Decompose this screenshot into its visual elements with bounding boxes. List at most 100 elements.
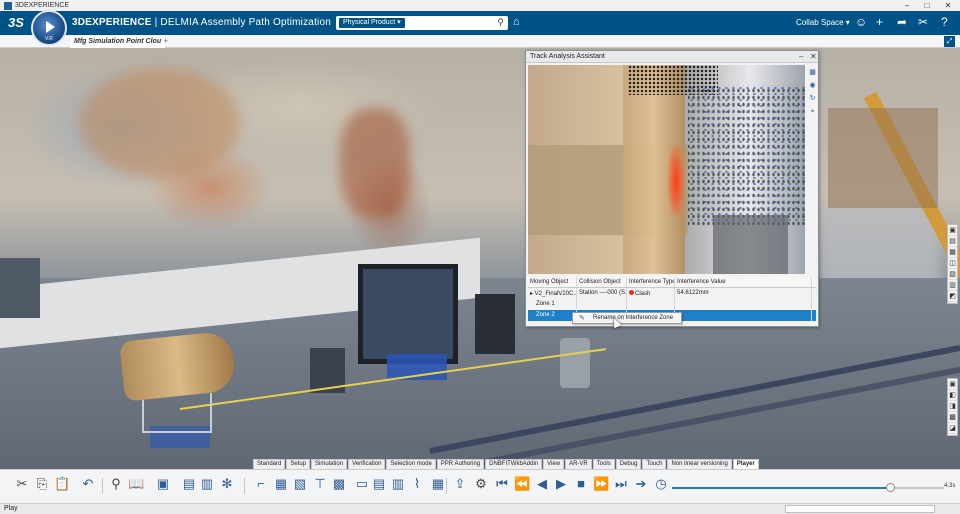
- tab-standard[interactable]: Standard: [253, 459, 286, 469]
- separator: [446, 478, 447, 494]
- column-header[interactable]: Collision Object: [577, 277, 627, 287]
- tab-selection-mode[interactable]: Selection mode: [386, 459, 436, 469]
- dialog-minimize-button[interactable]: –: [799, 52, 803, 61]
- resource-icon[interactable]: ▥: [199, 476, 215, 492]
- step-back-icon[interactable]: ⏪: [514, 476, 530, 492]
- zoom-icon[interactable]: ⚲: [108, 476, 124, 492]
- loop-icon[interactable]: ➔: [633, 476, 649, 492]
- table-row[interactable]: ▸ V2_FinalV20C... Station ----000 (S... …: [528, 288, 816, 299]
- table-row[interactable]: Zone 1: [528, 299, 816, 310]
- window-title-bar: 3DEXPERIENCE – □ ✕: [0, 0, 960, 11]
- tab-ar-vr[interactable]: AR-VR: [565, 459, 592, 469]
- zone-cell: Zone 1: [528, 299, 577, 310]
- view-icon[interactable]: ◪: [948, 423, 957, 434]
- tab-view[interactable]: View: [543, 459, 565, 469]
- view-icon[interactable]: ◨: [948, 401, 957, 412]
- new-tab-button[interactable]: +: [163, 36, 168, 46]
- grid-icon[interactable]: ▦: [807, 67, 818, 78]
- status-bar: Play: [0, 503, 960, 514]
- product-icon[interactable]: ▧: [292, 476, 308, 492]
- view-icon[interactable]: ◫: [948, 258, 957, 269]
- close-window-button[interactable]: ✕: [938, 0, 958, 11]
- tab-ppr-authoring[interactable]: PPR Authoring: [436, 459, 485, 469]
- view-icon[interactable]: ▧: [948, 269, 957, 280]
- jump-end-icon[interactable]: ⏭: [613, 476, 629, 492]
- tab-player[interactable]: Player: [732, 459, 759, 469]
- rotate-icon[interactable]: ↻: [807, 93, 818, 104]
- add-icon[interactable]: +: [876, 15, 883, 29]
- minimize-button[interactable]: –: [897, 0, 917, 11]
- view-icon[interactable]: ▣: [948, 379, 957, 390]
- timeline-slider-handle[interactable]: [886, 483, 895, 492]
- timeline-remaining[interactable]: [890, 487, 944, 489]
- timeline-progress[interactable]: [672, 487, 890, 489]
- column-header[interactable]: Moving Object: [528, 277, 577, 287]
- track-icon[interactable]: ⌐: [253, 476, 269, 492]
- copy-icon[interactable]: ⎘: [34, 476, 50, 492]
- view-icon[interactable]: ▥: [948, 280, 957, 291]
- tab-non-linear-versioning[interactable]: Non linear versioning: [667, 459, 732, 469]
- product-icon[interactable]: ▦: [273, 476, 289, 492]
- view-icon[interactable]: ▣: [948, 225, 957, 236]
- tab-tools[interactable]: Tools: [592, 459, 615, 469]
- zone-cell: Zone 2: [528, 310, 577, 321]
- column-header[interactable]: Interference Type: [627, 277, 675, 287]
- undo-icon[interactable]: ↶: [80, 476, 96, 492]
- moving-object-cell: ▸ V2_FinalV20C...: [528, 288, 577, 299]
- camera-icon[interactable]: ⌖: [807, 106, 818, 117]
- tab-mfg-simulation[interactable]: Mfg Simulation Point Clou: [70, 36, 166, 48]
- chart-icon[interactable]: ▦: [430, 476, 446, 492]
- speed-icon[interactable]: ◷: [653, 476, 669, 492]
- collab-space-dropdown[interactable]: Collab Space ▾: [796, 18, 850, 27]
- graph-icon[interactable]: ⌇: [409, 476, 425, 492]
- view-icon[interactable]: ◧: [948, 390, 957, 401]
- tab-dnbfitwkbaddin[interactable]: DNBFITWkbAddin: [485, 459, 543, 469]
- station-icon[interactable]: ▤: [181, 476, 197, 492]
- play-forward-icon[interactable]: ▶: [553, 476, 569, 492]
- jump-start-icon[interactable]: ⏮: [494, 476, 510, 492]
- export-icon[interactable]: ⇪: [452, 476, 468, 492]
- step-forward-icon[interactable]: ⏩: [593, 476, 609, 492]
- share-icon[interactable]: ➦: [897, 15, 907, 29]
- eye-icon[interactable]: ◉: [807, 80, 818, 91]
- tab-setup[interactable]: Setup: [286, 459, 311, 469]
- product-icon[interactable]: ▩: [331, 476, 347, 492]
- report-icon[interactable]: ▤: [371, 476, 387, 492]
- dialog-close-button[interactable]: ✕: [810, 52, 817, 61]
- status-input[interactable]: [785, 505, 935, 513]
- help-icon[interactable]: ?: [941, 15, 948, 29]
- stop-icon[interactable]: ■: [573, 476, 589, 492]
- tab-simulation[interactable]: Simulation: [311, 459, 348, 469]
- tag-icon[interactable]: ⌂: [513, 16, 520, 28]
- maximize-button[interactable]: □: [917, 0, 937, 11]
- tools-icon[interactable]: ✂: [918, 15, 928, 29]
- context-menu-item-rename[interactable]: ✎ Rename on Interference Zone: [572, 312, 682, 324]
- gear-icon[interactable]: ⚙: [473, 476, 489, 492]
- cut-icon[interactable]: ✂: [14, 476, 30, 492]
- tab-debug[interactable]: Debug: [615, 459, 642, 469]
- fullscreen-icon[interactable]: ⤢: [944, 36, 955, 47]
- dialog-3d-preview[interactable]: [528, 65, 805, 274]
- column-header[interactable]: Interference Value: [675, 277, 812, 287]
- product-icon[interactable]: ⊤: [312, 476, 328, 492]
- book-icon[interactable]: 📖: [128, 476, 144, 492]
- search-box[interactable]: Physical Product ▾ ⚲: [336, 16, 508, 30]
- view-icon[interactable]: ◩: [948, 291, 957, 302]
- document-icon[interactable]: ▭: [354, 476, 370, 492]
- search-icon[interactable]: ⚲: [497, 17, 504, 28]
- search-scope-dropdown[interactable]: Physical Product ▾: [339, 18, 405, 28]
- view-icon[interactable]: ▦: [948, 247, 957, 258]
- tab-verification[interactable]: Verification: [348, 459, 386, 469]
- select-icon[interactable]: ▣: [155, 476, 171, 492]
- analysis-icon[interactable]: ▥: [390, 476, 406, 492]
- settings-icon[interactable]: ✻: [219, 476, 235, 492]
- view-icon[interactable]: ▩: [948, 412, 957, 423]
- equipment: [475, 294, 515, 354]
- play-backward-icon[interactable]: ◀: [534, 476, 550, 492]
- user-icon[interactable]: ☺: [855, 15, 867, 29]
- dialog-title-bar[interactable]: Track Analysis Assistant – ✕: [526, 51, 818, 63]
- view-icon[interactable]: ▤: [948, 236, 957, 247]
- paste-icon[interactable]: 📋: [54, 476, 70, 492]
- tab-touch[interactable]: Touch: [642, 459, 667, 469]
- compass-icon[interactable]: V.R: [31, 10, 67, 46]
